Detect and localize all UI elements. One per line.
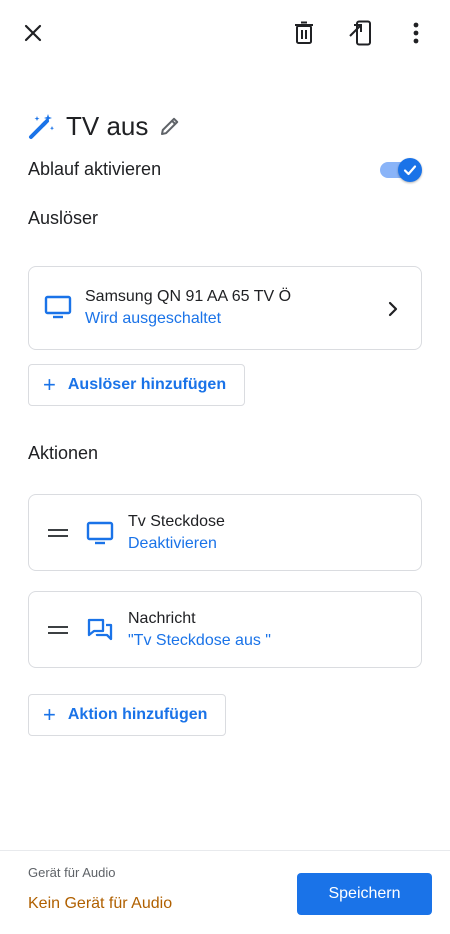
- audio-device-value[interactable]: Kein Gerät für Audio: [28, 895, 172, 913]
- check-icon: [403, 165, 417, 176]
- trash-icon: [295, 21, 313, 44]
- trigger-device-name: Samsung QN 91 AA 65 TV Ö: [85, 288, 292, 305]
- delete-button[interactable]: [284, 13, 324, 53]
- save-button[interactable]: Speichern: [297, 873, 432, 915]
- add-trigger-label: Auslöser hinzufügen: [67, 376, 227, 393]
- add-action-label: Aktion hinzufügen: [67, 706, 208, 723]
- triggers-heading: Auslöser: [28, 208, 99, 228]
- chat-bubbles-icon: [87, 618, 113, 641]
- drag-handle-icon[interactable]: [48, 529, 68, 539]
- plus-icon: +: [43, 702, 56, 727]
- trigger-card[interactable]: Samsung QN 91 AA 65 TV Ö Wird ausgeschal…: [28, 266, 422, 350]
- footer-bar: Gerät für Audio Kein Gerät für Audio Spe…: [0, 850, 450, 934]
- action-card-message[interactable]: Nachricht "Tv Steckdose aus ": [28, 591, 422, 668]
- top-app-bar: [0, 0, 450, 66]
- tv-icon: [44, 295, 72, 319]
- routine-title-row: TV aus: [28, 106, 182, 146]
- open-in-app-button[interactable]: [340, 13, 380, 53]
- toggle-knob: [398, 158, 422, 182]
- plus-icon: +: [43, 372, 56, 397]
- enable-routine-toggle[interactable]: [378, 154, 422, 184]
- close-icon: [24, 24, 42, 42]
- enable-routine-row: Ablauf aktivieren: [28, 152, 422, 186]
- chevron-right-icon: [388, 301, 398, 317]
- add-trigger-button[interactable]: + Auslöser hinzufügen: [28, 364, 246, 406]
- action-detail: Deaktivieren: [128, 535, 217, 552]
- trigger-device-state: Wird ausgeschaltet: [85, 310, 222, 327]
- action-card-tv-socket[interactable]: Tv Steckdose Deaktivieren: [28, 494, 422, 571]
- edit-pencil-icon[interactable]: [158, 114, 182, 138]
- drag-handle-icon[interactable]: [48, 626, 68, 636]
- more-options-button[interactable]: [396, 13, 436, 53]
- open-phone-icon: [349, 20, 371, 46]
- action-name: Nachricht: [128, 610, 196, 627]
- actions-heading: Aktionen: [28, 443, 99, 463]
- action-detail: "Tv Steckdose aus ": [128, 632, 271, 649]
- close-button[interactable]: [13, 13, 53, 53]
- routine-title: TV aus: [66, 110, 149, 141]
- audio-device-label: Gerät für Audio: [28, 865, 116, 880]
- add-action-button[interactable]: + Aktion hinzufügen: [28, 694, 227, 736]
- enable-routine-label: Ablauf aktivieren: [28, 158, 162, 179]
- magic-wand-icon: [29, 114, 54, 139]
- more-vert-icon: [413, 22, 419, 44]
- tv-icon: [86, 521, 114, 545]
- action-name: Tv Steckdose: [128, 513, 225, 530]
